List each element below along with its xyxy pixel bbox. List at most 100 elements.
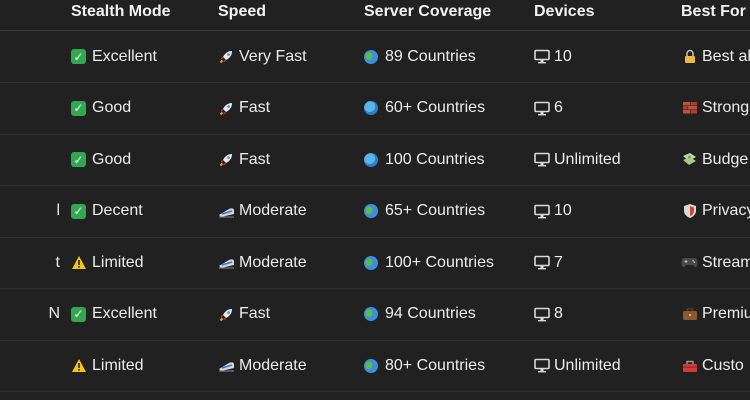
server-coverage-cell: 60+ Countries: [364, 83, 485, 134]
devices-cell-text: 10: [554, 47, 572, 65]
best-for-cell: Privacy: [681, 186, 750, 237]
best-for-cell: Stream: [681, 237, 750, 288]
best-for-cell: Budge: [681, 134, 748, 185]
header-speed: Speed: [218, 3, 267, 20]
provider-name-cell: t: [0, 237, 60, 288]
best-for-cell: Strong: [681, 83, 749, 134]
best-for-cell-text: Custo: [702, 356, 744, 374]
stealth-mode-cell: ✓ Good: [71, 83, 131, 134]
stealth-mode-cell-text: Excellent: [92, 47, 157, 65]
stealth-mode-cell: ✓ Good: [71, 134, 131, 185]
speed-cell: Fast: [218, 289, 270, 340]
speed-cell: Moderate: [218, 237, 307, 288]
best-for-cell: Premiu: [681, 289, 750, 340]
devices-cell: 10: [534, 186, 572, 237]
best-for-cell-text: Best al: [702, 47, 750, 65]
shield-icon: [681, 203, 698, 220]
table-row: Limited Moderate 80+ Countries Unlimited Cus…: [0, 340, 750, 392]
monitor-icon: [534, 48, 550, 65]
table-header: Stealth Mode Speed Server Coverage Devic…: [0, 0, 750, 31]
bricks-icon: [681, 100, 698, 117]
speed-cell-text: Moderate: [239, 253, 307, 271]
devices-cell: 8: [534, 289, 563, 340]
header-stealth-mode: Stealth Mode: [71, 3, 171, 20]
table-row: t Limited Moderate 100+ Countries 7 Stream: [0, 237, 750, 289]
speed-cell-text: Very Fast: [239, 47, 307, 65]
provider-name-cell: [0, 83, 60, 134]
stealth-mode-cell-text: Limited: [92, 356, 144, 374]
monitor-icon: [534, 306, 550, 323]
provider-name-cell: l: [0, 186, 60, 237]
best-for-cell-text: Budge: [702, 150, 749, 168]
speed-cell-text: Fast: [239, 99, 271, 116]
globe-icon: [364, 204, 378, 218]
rocket-icon: [218, 306, 235, 323]
check-icon: ✓: [71, 152, 86, 167]
stealth-mode-cell-text: Good: [92, 150, 132, 168]
stealth-mode-cell: ✓ Decent: [71, 186, 143, 237]
monitor-icon: [534, 203, 550, 220]
warning-icon: [71, 254, 87, 271]
train-icon: [218, 203, 235, 220]
speed-cell-text: Moderate: [239, 356, 307, 374]
header-server-coverage: Server Coverage: [364, 3, 492, 20]
provider-name-cell-text: N: [48, 305, 60, 322]
stealth-mode-cell-text: Good: [92, 99, 132, 116]
table-row: N ✓ Excellent Fast 94 Countries 8 Premiu: [0, 289, 750, 341]
server-coverage-cell-text: 65+ Countries: [385, 202, 486, 219]
warning-icon: [71, 357, 87, 374]
server-coverage-cell-text: 80+ Countries: [385, 356, 486, 374]
server-coverage-cell-text: 89 Countries: [385, 47, 476, 65]
train-icon: [218, 254, 235, 271]
provider-name-cell: N: [0, 289, 60, 340]
table-row: ✓ Excellent Very Fast 89 Countries 10 Best al: [0, 31, 750, 83]
server-coverage-cell-text: 100 Countries: [385, 150, 485, 168]
devices-cell-text: Unlimited: [554, 356, 621, 374]
provider-name-cell-text: l: [56, 202, 60, 219]
devices-cell-text: 7: [554, 253, 563, 271]
best-for-cell-text: Stream: [702, 253, 750, 271]
best-for-cell-text: Strong: [702, 99, 750, 116]
table-row: ✓ Good Fast 100 Countries Unlimited Budge: [0, 134, 750, 186]
speed-cell-text: Fast: [239, 150, 271, 168]
monitor-icon: [534, 254, 550, 271]
table-row: l ✓ Decent Moderate 65+ Countries 10 Privacy: [0, 186, 750, 238]
lock-icon: [681, 48, 698, 65]
server-coverage-cell: 100+ Countries: [364, 237, 494, 288]
devices-cell: Unlimited: [534, 134, 621, 185]
server-coverage-cell: 94 Countries: [364, 289, 476, 340]
globe-icon: [364, 307, 378, 321]
stealth-mode-cell-text: Decent: [92, 202, 143, 219]
check-icon: ✓: [71, 203, 86, 219]
devices-cell: Unlimited: [534, 340, 621, 391]
table-row: ✓ Good Fast 60+ Countries 6 Strong: [0, 83, 750, 135]
monitor-icon: [534, 357, 550, 374]
check-icon: ✓: [71, 100, 86, 116]
devices-cell: 7: [534, 237, 563, 288]
gamepad-icon: [681, 254, 698, 271]
speed-cell: Moderate: [218, 186, 307, 237]
briefcase-icon: [681, 306, 698, 323]
speed-cell: Fast: [218, 134, 270, 185]
provider-name-cell: [0, 31, 60, 82]
speed-cell: Moderate: [218, 340, 307, 391]
server-coverage-cell-text: 60+ Countries: [385, 99, 486, 116]
stealth-mode-cell-text: Excellent: [92, 305, 157, 322]
speed-cell: Very Fast: [218, 31, 307, 82]
money-icon: [681, 151, 698, 168]
globe-meridians-icon: [364, 152, 378, 167]
rocket-icon: [218, 48, 235, 65]
best-for-cell-text: Premiu: [702, 305, 750, 322]
check-icon: ✓: [71, 49, 86, 64]
server-coverage-cell: 100 Countries: [364, 134, 485, 185]
devices-cell-text: 6: [554, 99, 563, 116]
stealth-mode-cell: Limited: [71, 340, 144, 391]
server-coverage-cell: 65+ Countries: [364, 186, 485, 237]
stealth-mode-cell: ✓ Excellent: [71, 31, 157, 82]
train-icon: [218, 357, 235, 374]
comparison-table: Stealth Mode Speed Server Coverage Devic…: [0, 0, 750, 400]
server-coverage-cell-text: 94 Countries: [385, 305, 476, 322]
speed-cell-text: Fast: [239, 305, 271, 322]
speed-cell-text: Moderate: [239, 202, 307, 219]
check-icon: ✓: [71, 306, 86, 322]
